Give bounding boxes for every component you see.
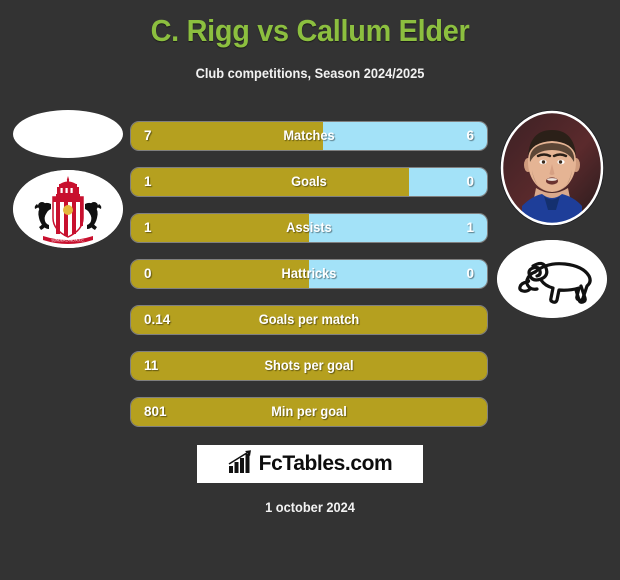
stats-list: 7 Matches 6 1 Goals 0 1 Assists 1 0 Hatt… [131, 122, 487, 444]
stat-row-goals-per-match: 0.14 Goals per match [131, 306, 487, 334]
left-player-photo [13, 110, 123, 158]
bar-chart-arrow-icon [228, 449, 254, 479]
stat-row-matches: 7 Matches 6 [131, 122, 487, 150]
left-player-media: SUNDERLAND A.F.C. [8, 110, 128, 260]
stat-row-assists: 1 Assists 1 [131, 214, 487, 242]
right-player-photo [500, 110, 604, 226]
stat-label: Goals [291, 174, 327, 189]
sunderland-afc-crest-icon: SUNDERLAND A.F.C. [13, 170, 123, 248]
stat-value-right: 6 [466, 128, 474, 143]
stat-value-right: 0 [466, 174, 474, 189]
page-title: C. Rigg vs Callum Elder [150, 13, 470, 48]
stat-value-right: 1 [466, 220, 474, 235]
stat-label: Assists [286, 220, 332, 235]
report-date: 1 october 2024 [265, 500, 355, 515]
right-player-media [492, 110, 612, 330]
stat-label: Shots per goal [264, 358, 354, 373]
stat-value-right: 0 [466, 266, 474, 281]
fctables-logo-text: FcTables.com [258, 452, 393, 475]
stat-label: Goals per match [258, 312, 360, 327]
stat-label: Hattricks [281, 266, 337, 281]
derby-county-crest-icon [497, 240, 607, 318]
fctables-logo[interactable]: FcTables.com [197, 445, 423, 483]
page-subtitle: Club competitions, Season 2024/2025 [195, 66, 425, 81]
svg-text:SUNDERLAND A.F.C.: SUNDERLAND A.F.C. [51, 239, 84, 243]
stat-label: Matches [283, 128, 335, 143]
stat-label: Min per goal [271, 404, 347, 419]
stat-row-goals: 1 Goals 0 [131, 168, 487, 196]
stat-row-shots-per-goal: 11 Shots per goal [131, 352, 487, 380]
stat-row-hattricks: 0 Hattricks 0 [131, 260, 487, 288]
stat-row-min-per-goal: 801 Min per goal [131, 398, 487, 426]
